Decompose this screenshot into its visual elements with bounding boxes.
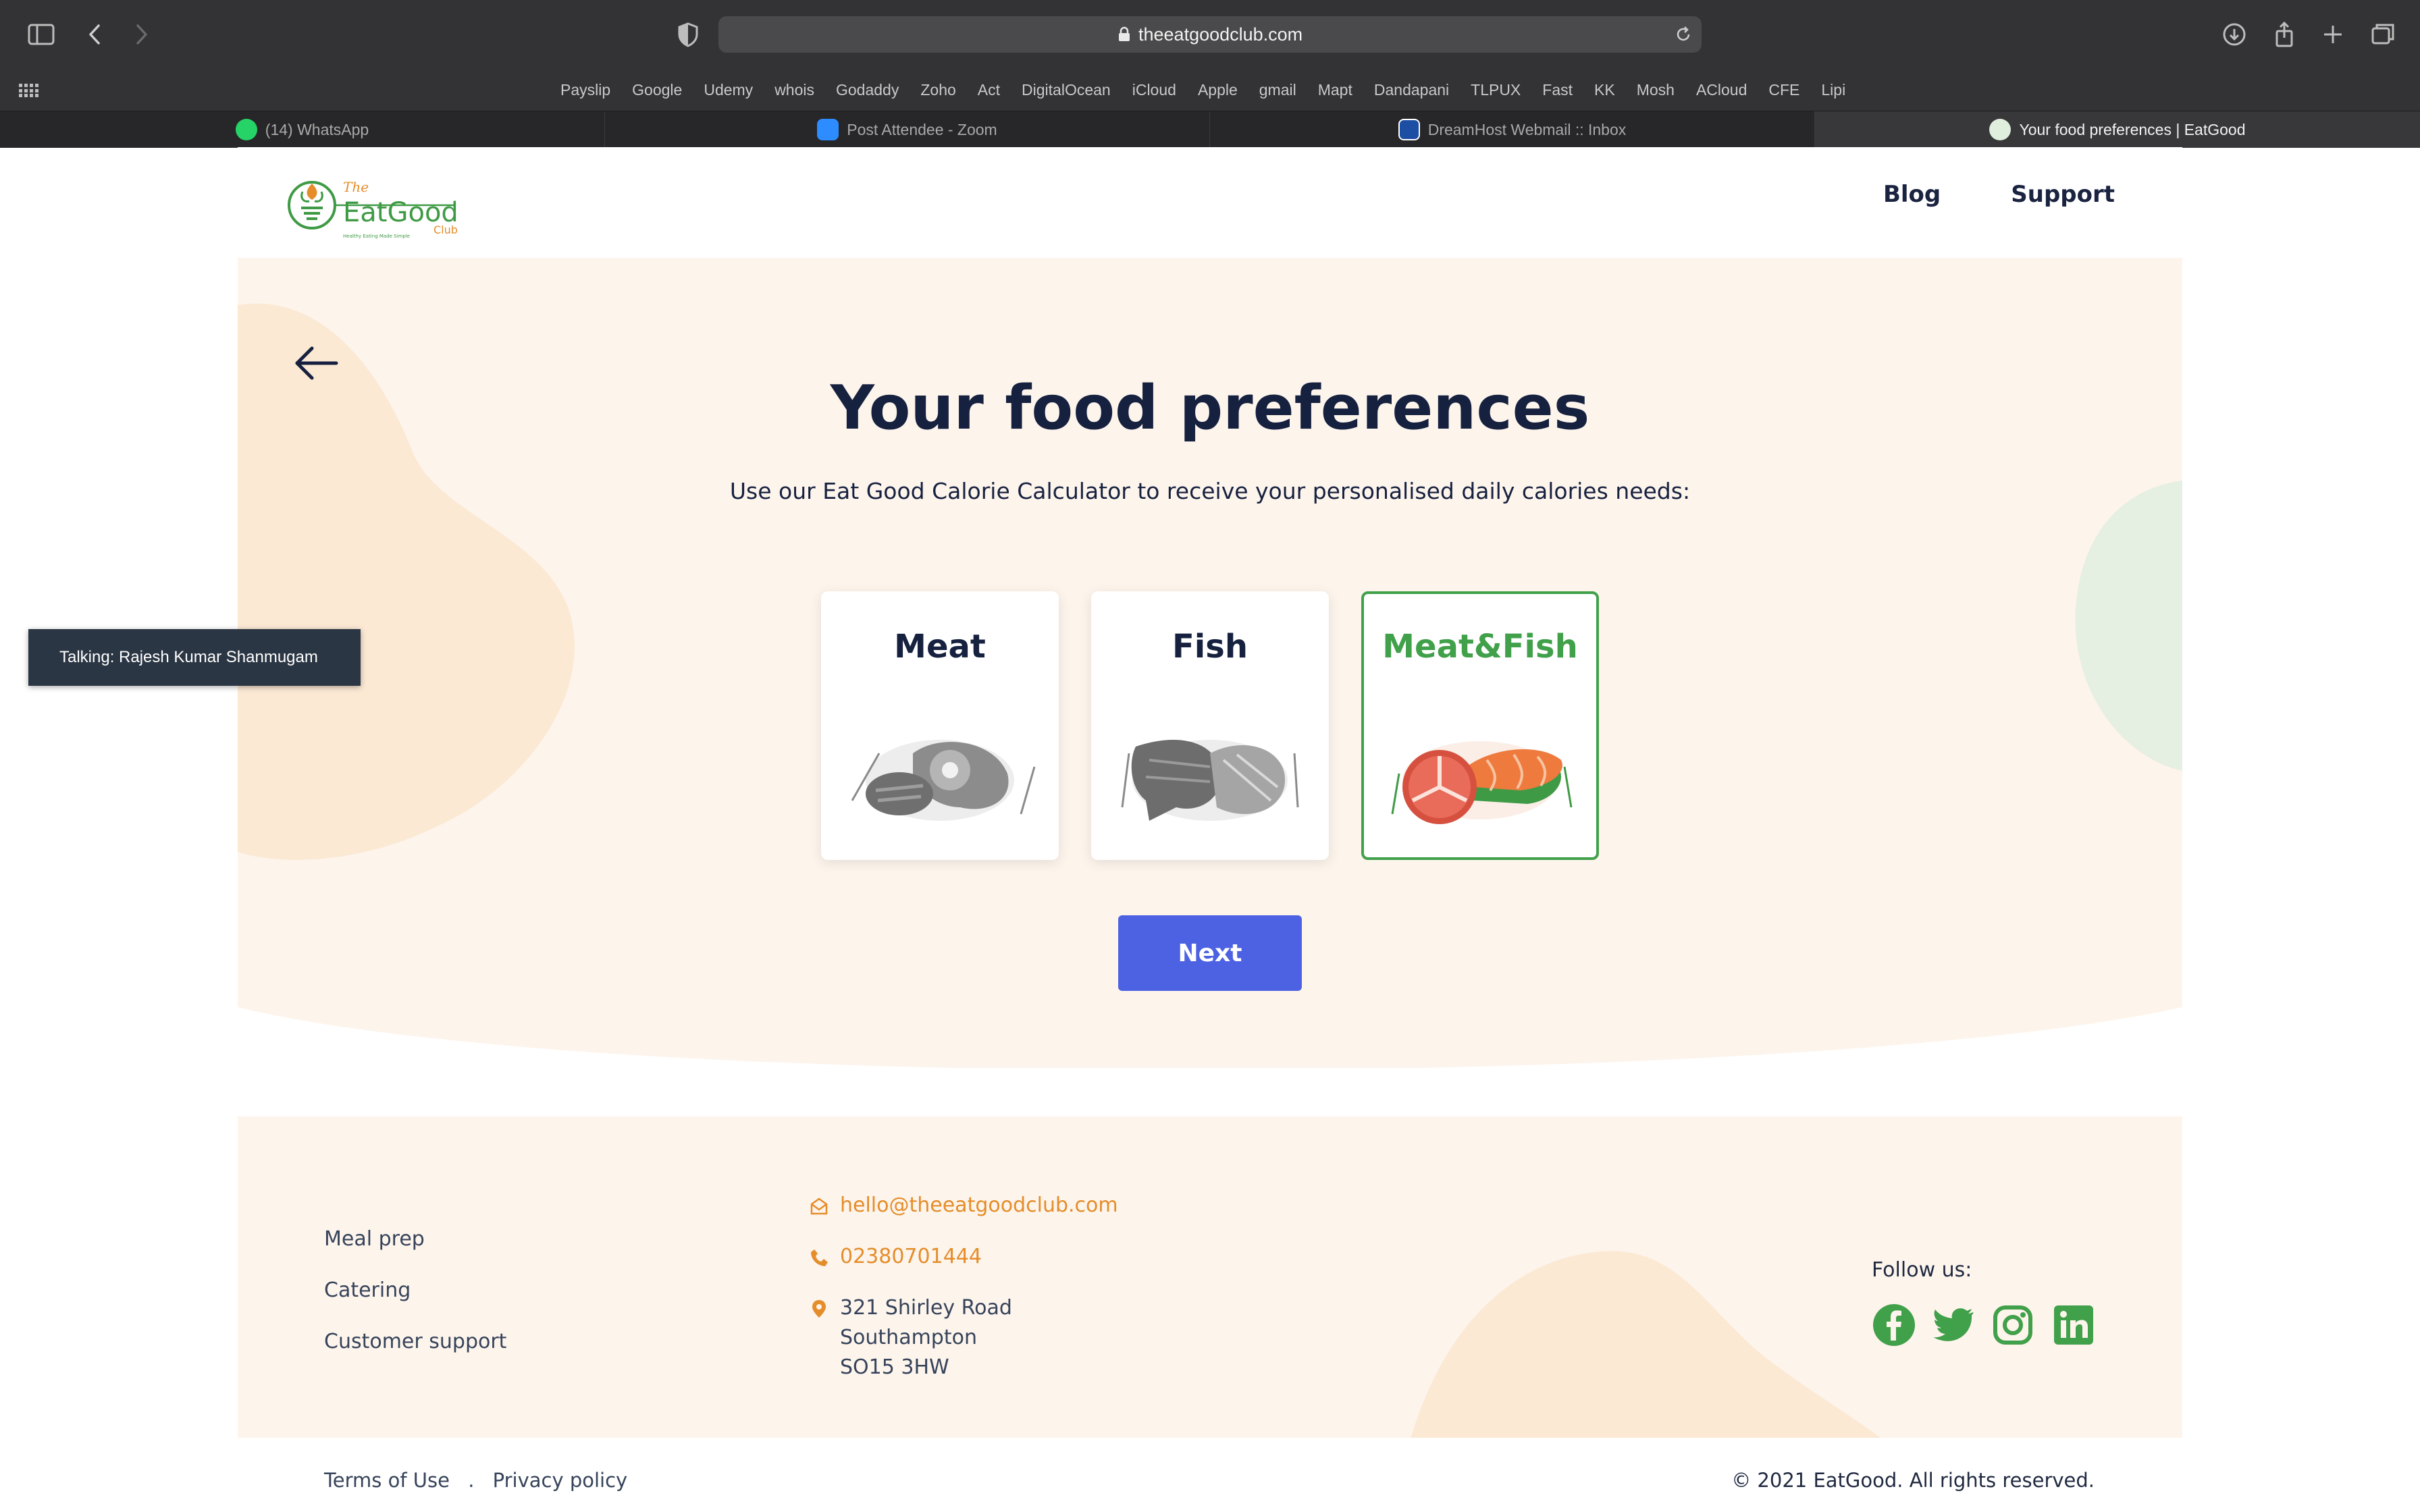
bookmark-mapt[interactable]: Mapt [1318,69,1352,111]
address-line-2: Southampton [840,1326,977,1349]
footer-link-meal-prep[interactable]: Meal prep [324,1227,425,1251]
eatgood-icon [1989,119,2011,140]
whatsapp-icon [235,119,257,140]
downloads-icon[interactable] [2216,16,2253,53]
tab-zoom[interactable]: Post Attendee - Zoom [605,111,1210,148]
address-line-1: 321 Shirley Road [840,1296,1012,1320]
copyright: © 2021 EatGood. All rights reserved. [1731,1469,2095,1492]
address-line-3: SO15 3HW [840,1355,949,1379]
page-subtitle: Use our Eat Good Calorie Calculator to r… [729,478,1691,504]
tab-label: Post Attendee - Zoom [847,120,997,138]
tab-overview-icon[interactable] [2365,16,2401,53]
browser-toolbar: theeatgoodclub.com [0,0,2420,69]
email-text: hello@theeatgoodclub.com [840,1193,1118,1217]
terms-of-use-link[interactable]: Terms of Use [324,1469,450,1492]
legal-separator: . [468,1469,475,1492]
fish-illustration [1121,740,1299,821]
food-preferences-section: Your food preferences Use our Eat Good C… [238,258,2182,1068]
bookmark-act[interactable]: Act [978,69,1000,111]
bookmark-payslip[interactable]: Payslip [560,69,610,111]
lock-icon [1119,26,1130,41]
option-label: Meat&Fish [1382,628,1578,666]
bookmark-zoho[interactable]: Zoho [920,69,955,111]
sidebar-toggle-icon[interactable] [23,16,59,53]
address-bar[interactable]: theeatgoodclub.com [718,16,1702,53]
option-label: Fish [1172,628,1248,666]
option-meat-and-fish[interactable]: Meat&Fish [1361,591,1599,860]
tab-bar: (14) WhatsApp Post Attendee - Zoom Dream… [0,111,2420,148]
footer-link-catering[interactable]: Catering [324,1278,411,1302]
tab-label: DreamHost Webmail :: Inbox [1427,120,1627,138]
back-icon[interactable] [77,16,113,53]
bookmark-acloud[interactable]: ACloud [1696,69,1747,111]
email-icon [810,1197,828,1215]
bookmark-lipi[interactable]: Lipi [1821,69,1845,111]
bookmark-digitalocean[interactable]: DigitalOcean [1022,69,1111,111]
url-text: theeatgoodclub.com [1138,24,1303,45]
tab-label: Your food preferences | EatGood [2019,120,2246,138]
reload-icon[interactable] [1673,24,1693,45]
option-label: Meat [894,628,986,666]
site-footer: Meal prep Catering Customer support hell… [238,1116,2182,1438]
meat-and-fish-illustration [1391,741,1573,824]
eatgood-logo[interactable]: The EatGood Club Healthy Eating Made Sim… [285,171,467,239]
phone-text: 02380701444 [840,1245,982,1268]
follow-us-label: Follow us: [1872,1258,1972,1282]
dreamhost-icon [1398,119,1420,140]
meat-illustration [851,740,1036,821]
twitter-icon[interactable] [1931,1303,1976,1347]
logo-the: The [343,179,369,195]
bookmark-apple[interactable]: Apple [1198,69,1238,111]
privacy-shield-icon[interactable] [670,16,706,53]
nav-blog[interactable]: Blog [1883,181,1941,208]
nav-support[interactable]: Support [2011,181,2115,208]
bookmark-fast[interactable]: Fast [1542,69,1573,111]
bookmark-dandapani[interactable]: Dandapani [1374,69,1449,111]
bookmarks-bar: Payslip Google Udemy whois Godaddy Zoho … [0,69,2420,111]
next-button[interactable]: Next [1118,915,1302,991]
forward-icon[interactable] [123,16,159,53]
linkedin-icon[interactable] [2051,1303,2096,1347]
new-tab-icon[interactable] [2315,16,2351,53]
privacy-policy-link[interactable]: Privacy policy [493,1469,628,1492]
legal-links: Terms of Use . Privacy policy [324,1469,627,1492]
bookmark-mosh[interactable]: Mosh [1637,69,1675,111]
tab-whatsapp[interactable]: (14) WhatsApp [0,111,605,148]
page-title: Your food preferences [830,373,1590,443]
location-pin-icon [812,1300,826,1318]
bookmark-google[interactable]: Google [632,69,682,111]
footer-bottom-bar: Terms of Use . Privacy policy © 2021 Eat… [238,1438,2182,1512]
bookmark-tlpux[interactable]: TLPUX [1471,69,1521,111]
logo-club: Club [433,223,458,236]
phone-icon [811,1249,828,1266]
zoom-talking-indicator: Talking: Rajesh Kumar Shanmugam [28,629,361,686]
bookmark-whois[interactable]: whois [774,69,814,111]
bookmark-icloud[interactable]: iCloud [1132,69,1176,111]
footer-decor-shape [1411,1251,1881,1438]
apps-grid-icon[interactable] [19,84,39,97]
option-meat[interactable]: Meat [821,591,1059,860]
main-nav: Blog Support [1883,181,2115,208]
facebook-icon[interactable] [1872,1303,1916,1347]
footer-link-customer-support[interactable]: Customer support [324,1330,506,1353]
share-icon[interactable] [2266,16,2303,53]
bookmark-cfe[interactable]: CFE [1768,69,1799,111]
site-header: The EatGood Club Healthy Eating Made Sim… [238,147,2182,258]
bookmark-kk[interactable]: KK [1594,69,1615,111]
bookmark-gmail[interactable]: gmail [1259,69,1296,111]
bookmark-godaddy[interactable]: Godaddy [836,69,899,111]
tab-dreamhost[interactable]: DreamHost Webmail :: Inbox [1210,111,1815,148]
instagram-icon[interactable] [1991,1303,2035,1347]
tab-eatgood[interactable]: Your food preferences | EatGood [1815,111,2420,148]
logo-tagline: Healthy Eating Made Simple [343,234,410,239]
web-page: The EatGood Club Healthy Eating Made Sim… [238,147,2182,1512]
option-fish[interactable]: Fish [1091,591,1329,860]
tab-label: (14) WhatsApp [265,120,369,138]
zoom-icon [817,119,839,140]
bookmark-udemy[interactable]: Udemy [704,69,753,111]
